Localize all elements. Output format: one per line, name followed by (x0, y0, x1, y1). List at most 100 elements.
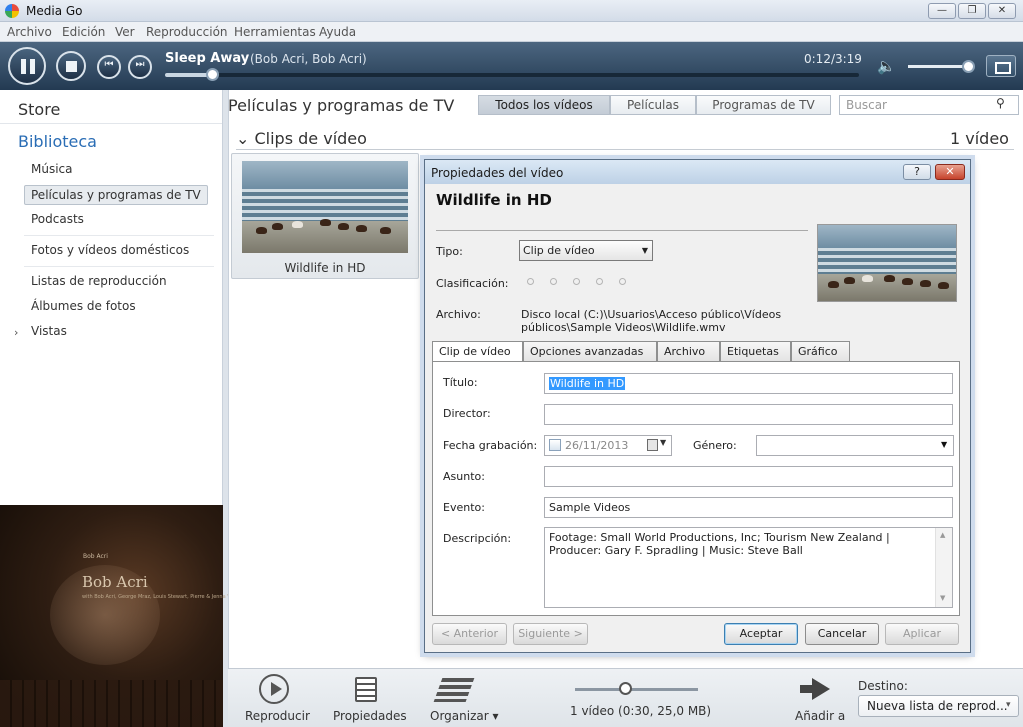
rating-star-2[interactable] (550, 278, 557, 285)
sidebar-item-playlists[interactable]: Listas de reproducción (31, 274, 167, 288)
dialog-title: Propiedades del vídeo (431, 166, 564, 180)
track-artist: (Bob Acri, Bob Acri) (250, 52, 367, 66)
previous-icon: ⏮ (104, 59, 114, 70)
library-summary: 1 vídeo (0:30, 25,0 MB) (570, 704, 712, 718)
pause-button[interactable] (8, 47, 46, 85)
rating-star-3[interactable] (573, 278, 580, 285)
volume-icon[interactable]: 🔈 (877, 57, 896, 75)
divider (24, 266, 214, 267)
add-to-arrow-icon[interactable] (812, 678, 830, 700)
add-to-button-label[interactable]: Añadir a (795, 709, 845, 723)
cancel-button[interactable]: Cancelar (805, 623, 879, 645)
rating-star-1[interactable] (527, 278, 534, 285)
track-time: 0:12/3:19 (804, 52, 862, 66)
chevron-down-icon[interactable]: ▼ (660, 438, 666, 447)
organize-button-label[interactable]: Organizar ▾ (430, 709, 499, 723)
subject-input[interactable] (544, 466, 953, 487)
description-textarea[interactable]: Footage: Small World Productions, Inc; T… (544, 527, 953, 608)
divider (436, 230, 808, 231)
next-track-button[interactable]: ⏭ (128, 55, 152, 79)
menu-archivo[interactable]: Archivo (7, 25, 52, 39)
minimize-button[interactable]: — (928, 3, 956, 19)
title-field-label: Título: (443, 376, 478, 389)
sidebar-store[interactable]: Store (18, 100, 60, 119)
title-bar: Media Go — ❐ ✕ (0, 0, 1023, 22)
sidebar-item-podcasts[interactable]: Podcasts (31, 212, 84, 226)
apply-button[interactable]: Aplicar (885, 623, 959, 645)
seek-bar[interactable] (165, 68, 859, 81)
scroll-down-icon[interactable]: ▼ (940, 594, 945, 602)
track-title: Sleep Away (165, 51, 250, 66)
file-path: Disco local (C:)\Usuarios\Acceso público… (521, 308, 782, 334)
divider (236, 149, 1014, 150)
menu-herramientas[interactable]: Herramientas (234, 25, 316, 39)
tab-advanced-options[interactable]: Opciones avanzadas (523, 341, 657, 362)
video-thumbnail (242, 161, 408, 253)
previous-button[interactable]: < Anterior (432, 623, 507, 645)
recording-date-checkbox[interactable] (549, 439, 561, 451)
tab-tags[interactable]: Etiquetas (720, 341, 791, 362)
accept-button[interactable]: Aceptar (724, 623, 798, 645)
sidebar-item-movies-tv[interactable]: Películas y programas de TV (24, 185, 208, 205)
sidebar-library[interactable]: Biblioteca (18, 132, 97, 151)
dialog-video-thumbnail (817, 224, 957, 302)
menu-edicion[interactable]: Edición (62, 25, 105, 39)
window-title: Media Go (26, 4, 83, 18)
play-button-label[interactable]: Reproducir (245, 709, 310, 723)
pause-icon (21, 59, 35, 74)
title-input[interactable]: Wildlife in HD (544, 373, 953, 394)
description-field-label: Descripción: (443, 532, 512, 545)
maximize-button[interactable]: ❐ (958, 3, 986, 19)
menu-ayuda[interactable]: Ayuda (319, 25, 356, 39)
tab-graphic[interactable]: Gráfico (791, 341, 850, 362)
next-button[interactable]: Siguiente > (513, 623, 588, 645)
media-go-logo-icon (5, 4, 19, 18)
tab-all-videos[interactable]: Todos los vídeos (478, 95, 610, 115)
close-window-button[interactable]: ✕ (988, 3, 1016, 19)
chevron-down-icon[interactable]: ▾ (1006, 700, 1011, 710)
play-icon[interactable] (259, 674, 289, 704)
player-bar: ⏮ ⏭ (0, 42, 1023, 90)
tab-video-clip[interactable]: Clip de vídeo (432, 341, 523, 363)
volume-slider[interactable] (908, 60, 975, 73)
sidebar-item-photo-albums[interactable]: Álbumes de fotos (31, 299, 136, 313)
properties-button-label[interactable]: Propiedades (333, 709, 407, 723)
tab-movies[interactable]: Películas (610, 95, 696, 115)
tab-file[interactable]: Archivo (657, 341, 720, 362)
thumbnail-size-slider[interactable] (575, 682, 698, 695)
rating-label: Clasificación: (436, 277, 509, 290)
destination-select[interactable]: Nueva lista de reprod... (858, 695, 1019, 717)
sidebar-item-music[interactable]: Música (31, 162, 73, 176)
help-button[interactable]: ? (903, 164, 931, 180)
view-mode-button[interactable] (986, 55, 1016, 77)
expand-arrow-icon[interactable]: › (14, 326, 18, 339)
stop-button[interactable] (56, 51, 86, 81)
sidebar-item-home-photos-videos[interactable]: Fotos y vídeos domésticos (31, 243, 189, 257)
properties-icon[interactable] (355, 677, 377, 702)
previous-track-button[interactable]: ⏮ (97, 55, 121, 79)
sidebar-item-views[interactable]: Vistas (31, 324, 67, 338)
section-count: 1 vídeo (950, 129, 1009, 148)
rating-star-5[interactable] (619, 278, 626, 285)
album-art-credits: with Bob Acri, George Mraz, Louis Stewar… (82, 594, 243, 600)
search-input[interactable]: Buscar (839, 95, 1019, 115)
director-field-label: Director: (443, 407, 491, 420)
type-label: Tipo: (436, 245, 463, 258)
volume-handle[interactable] (961, 60, 975, 73)
section-title[interactable]: ⌄ Clips de vídeo (236, 129, 367, 148)
event-input[interactable]: Sample Videos (544, 497, 953, 518)
scroll-up-icon[interactable]: ▲ (940, 531, 945, 539)
description-scrollbar[interactable]: ▲ ▼ (935, 528, 952, 607)
menu-ver[interactable]: Ver (115, 25, 135, 39)
dialog-close-button[interactable]: ✕ (935, 164, 965, 180)
genre-select[interactable] (756, 435, 954, 456)
search-icon[interactable]: ⚲ (996, 96, 1005, 110)
video-properties-dialog: Propiedades del vídeo ? ✕ Wildlife in HD… (424, 159, 971, 653)
chevron-down-icon[interactable]: ▼ (941, 440, 947, 449)
type-select[interactable]: Clip de vídeo ▼ (519, 240, 653, 261)
rating-star-4[interactable] (596, 278, 603, 285)
tab-tv-shows[interactable]: Programas de TV (696, 95, 831, 115)
calendar-icon[interactable] (647, 439, 658, 451)
director-input[interactable] (544, 404, 953, 425)
menu-reproduccion[interactable]: Reproducción (146, 25, 228, 39)
